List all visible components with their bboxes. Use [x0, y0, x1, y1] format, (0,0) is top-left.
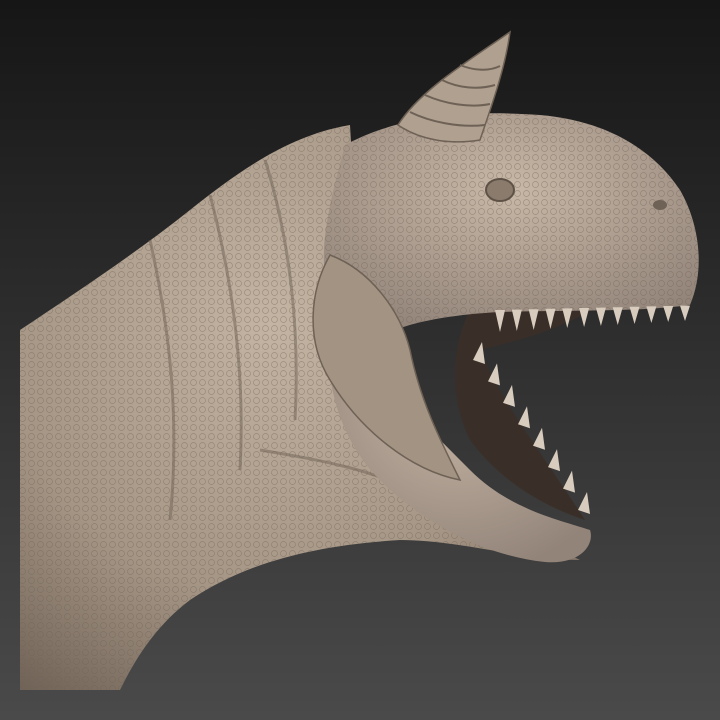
dinosaur-sculpt-render	[0, 0, 720, 720]
eye	[485, 178, 515, 202]
nostril	[653, 200, 667, 210]
